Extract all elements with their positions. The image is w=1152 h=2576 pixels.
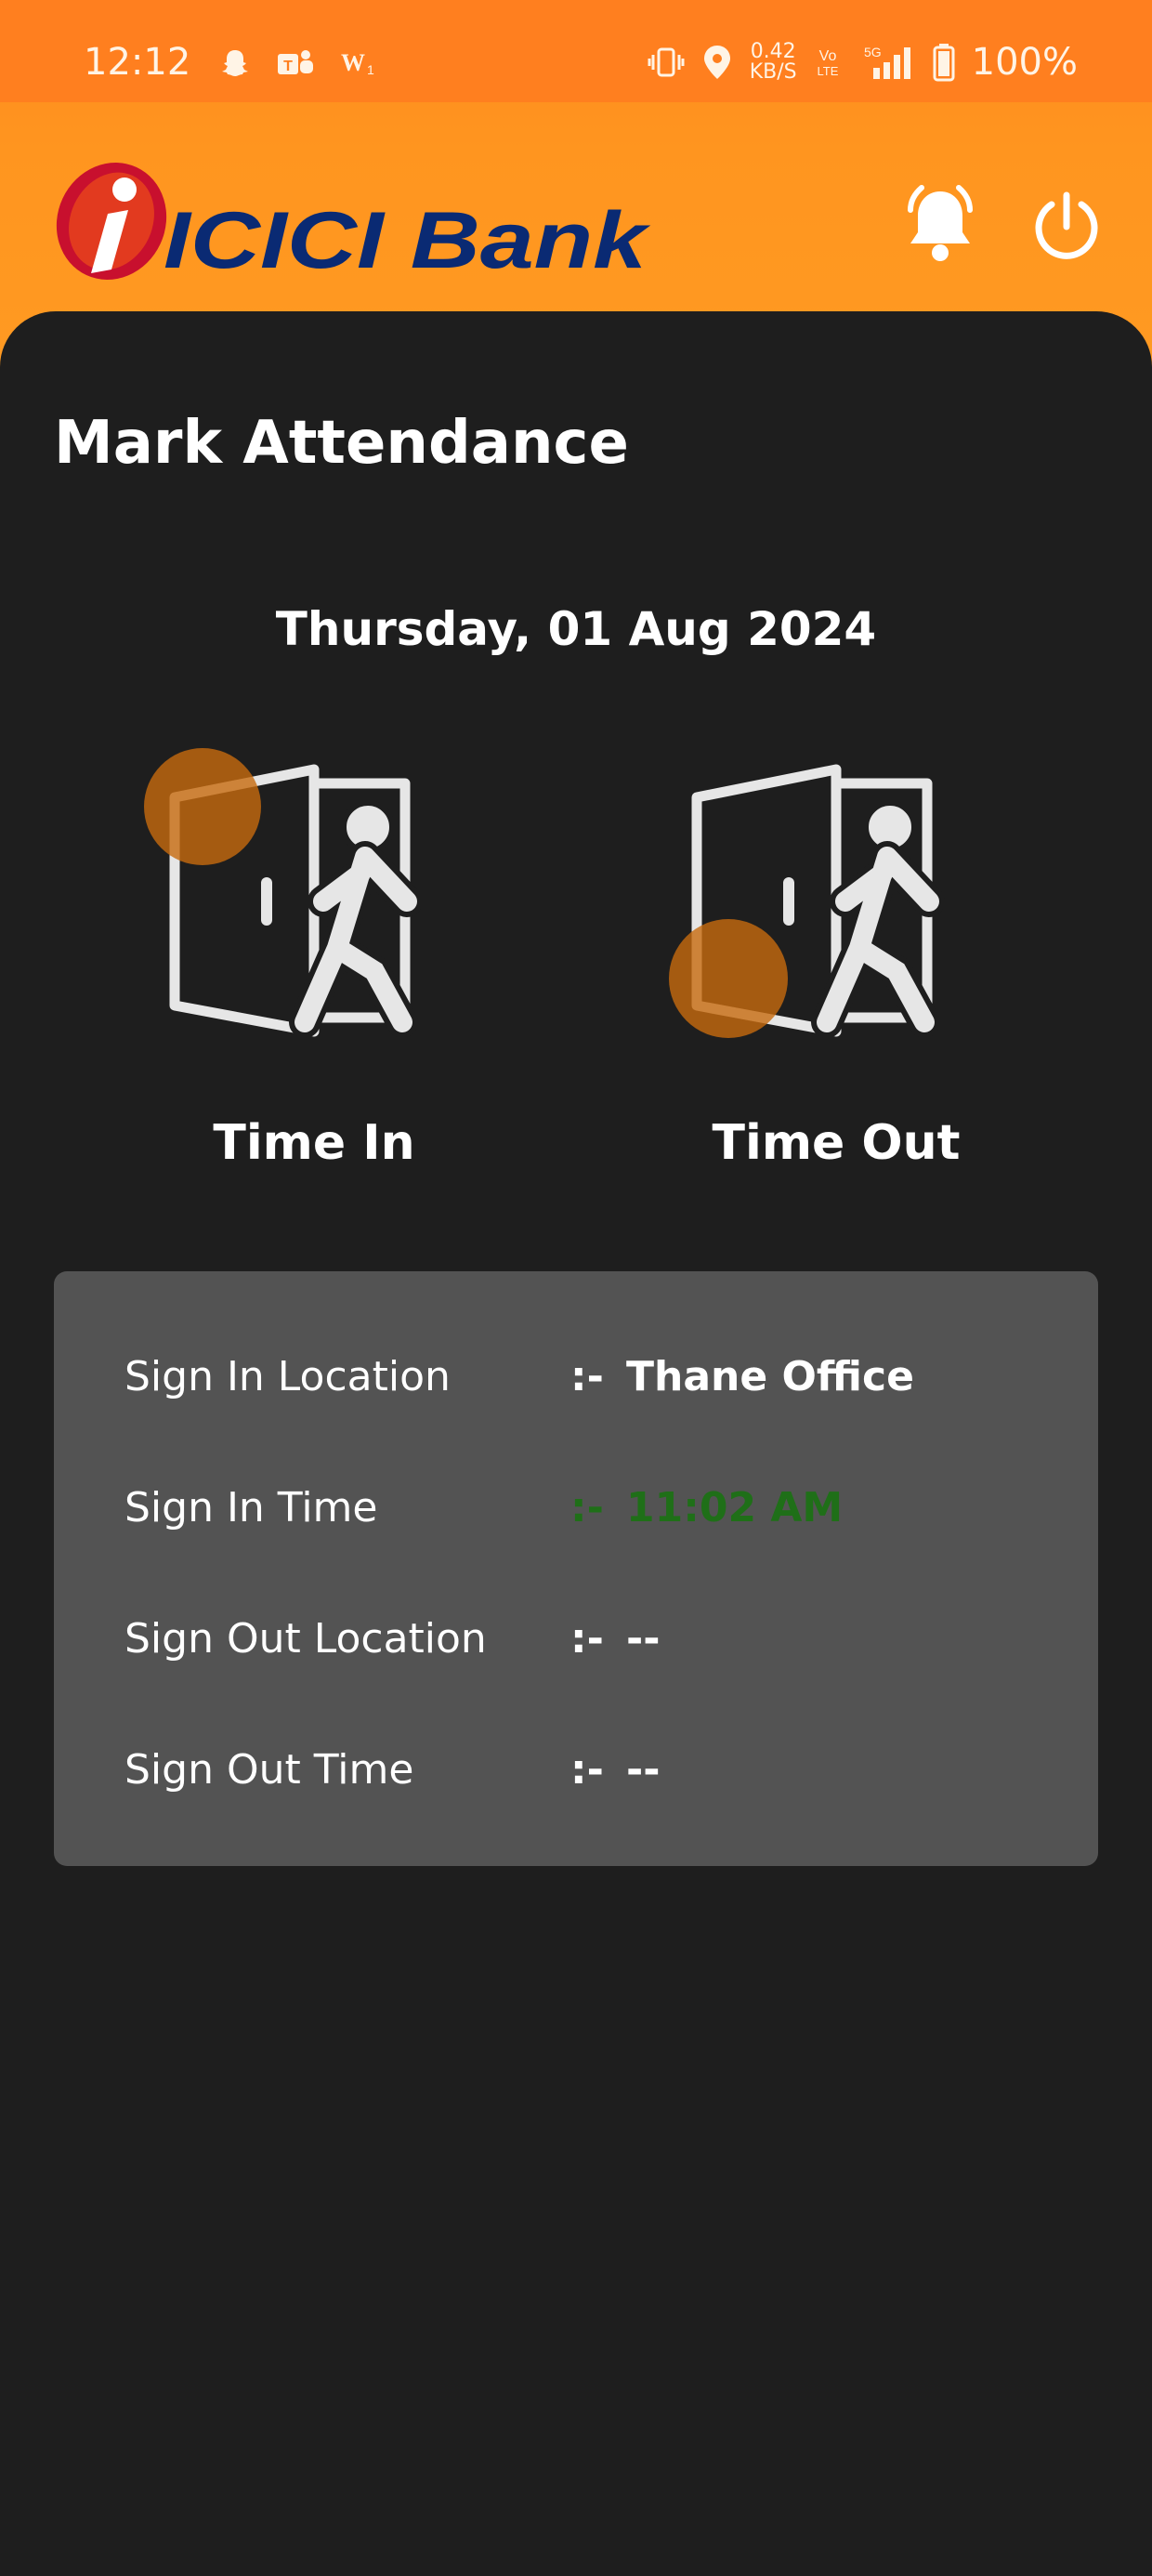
word-icon: W 1 bbox=[341, 49, 374, 77]
sign-in-location-label: Sign In Location bbox=[124, 1352, 451, 1400]
sign-out-time-row: Sign Out Time :- -- bbox=[124, 1741, 661, 1797]
time-in-button[interactable]: Time In bbox=[119, 743, 509, 1171]
sign-out-location-label: Sign Out Location bbox=[124, 1614, 487, 1663]
exit-door-walking-icon bbox=[669, 764, 945, 1038]
current-date: Thursday, 01 Aug 2024 bbox=[275, 602, 877, 656]
separator: :- bbox=[570, 1614, 604, 1663]
volte-icon: Vo LTE bbox=[817, 48, 838, 78]
svg-text:T: T bbox=[283, 59, 293, 74]
sign-in-time-row: Sign In Time :- 11:02 AM bbox=[124, 1479, 843, 1535]
svg-text:1: 1 bbox=[367, 62, 374, 77]
sign-in-time-label: Sign In Time bbox=[124, 1483, 378, 1531]
sign-out-time-label: Sign Out Time bbox=[124, 1745, 414, 1794]
speed-unit: KB/S bbox=[749, 60, 797, 84]
svg-text:Vo: Vo bbox=[818, 48, 836, 64]
network-speed: 0.42 KB/S bbox=[750, 42, 797, 83]
logout-power-icon[interactable] bbox=[1029, 190, 1104, 264]
attendance-details-card: Sign In Location :- Thane Office Sign In… bbox=[54, 1271, 1098, 1866]
notification-bell-icon[interactable] bbox=[897, 182, 983, 268]
time-out-button[interactable]: Time Out bbox=[641, 743, 1031, 1171]
location-icon bbox=[703, 46, 730, 79]
separator: :- bbox=[570, 1483, 604, 1531]
notification-icons: T W 1 bbox=[218, 46, 376, 80]
5g-signal-icon: 5G bbox=[864, 45, 910, 79]
svg-text:LTE: LTE bbox=[817, 64, 838, 78]
system-indicators: 0.42 KB/S Vo LTE 5G 100% bbox=[648, 41, 1078, 84]
page-title: Mark Attendance bbox=[54, 409, 629, 478]
status-bar: 12:12 T W 1 0.42 KB/S Vo LTE 5G 100% bbox=[0, 0, 1152, 102]
sign-out-location-value: -- bbox=[626, 1614, 661, 1663]
time-in-label: Time In bbox=[213, 1115, 415, 1171]
sign-in-location-row: Sign In Location :- Thane Office bbox=[124, 1348, 914, 1404]
teams-icon: T bbox=[278, 50, 313, 74]
entry-door-walking-icon bbox=[144, 748, 423, 1038]
svg-text:W: W bbox=[341, 49, 365, 76]
status-time: 12:12 bbox=[84, 41, 191, 84]
svg-text:5G: 5G bbox=[864, 45, 882, 59]
snapchat-icon bbox=[222, 50, 248, 76]
svg-text:ICICI Bank: ICICI Bank bbox=[164, 196, 651, 285]
battery-percent: 100% bbox=[971, 41, 1078, 84]
separator: :- bbox=[570, 1745, 604, 1794]
sign-in-time-value: 11:02 AM bbox=[626, 1483, 844, 1531]
speed-value: 0.42 bbox=[750, 40, 796, 63]
separator: :- bbox=[570, 1352, 604, 1400]
sign-out-location-row: Sign Out Location :- -- bbox=[124, 1610, 661, 1666]
sign-out-time-value: -- bbox=[626, 1745, 661, 1794]
battery-icon bbox=[933, 44, 955, 82]
icici-bank-logo: ICICI Bank bbox=[56, 163, 651, 285]
time-out-label: Time Out bbox=[712, 1115, 961, 1171]
sign-in-location-value: Thane Office bbox=[626, 1352, 914, 1400]
vibrate-icon bbox=[648, 47, 685, 77]
